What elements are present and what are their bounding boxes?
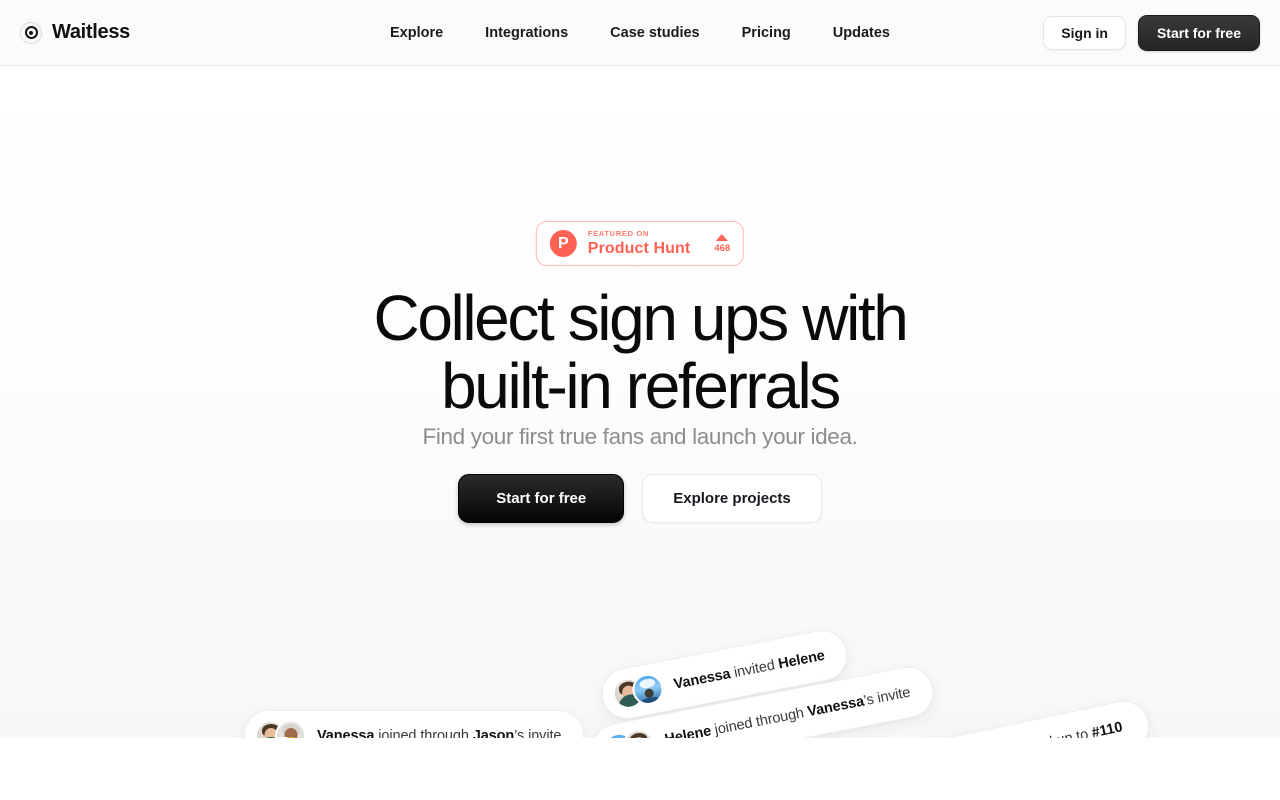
primary-navigation: Explore Integrations Case studies Pricin… xyxy=(390,25,890,41)
brand-logo[interactable]: Waitless xyxy=(20,21,130,44)
product-hunt-text: FEATURED ON Product Hunt xyxy=(588,230,691,257)
nav-item-case-studies[interactable]: Case studies xyxy=(610,25,699,41)
header-actions: Sign in Start for free xyxy=(1043,14,1260,51)
avatar-group: +1 xyxy=(255,720,306,738)
upvote-triangle-icon xyxy=(716,233,729,241)
toast-message: Vanessa joined through Jason’s invite xyxy=(317,727,562,739)
bullseye-icon xyxy=(20,21,42,44)
avatar: +1 xyxy=(274,720,306,738)
avatar-group: +1 xyxy=(601,726,657,738)
featured-on-label: FEATURED ON xyxy=(587,229,650,239)
brand-name: Waitless xyxy=(52,21,131,43)
start-for-free-button-header[interactable]: Start for free xyxy=(1137,14,1260,51)
plus-one-badge: +1 xyxy=(274,737,290,738)
hero-title-line-2: built-in referrals xyxy=(441,350,841,422)
hero-section: P FEATURED ON Product Hunt 468 Collect s… xyxy=(0,66,1280,738)
hero-title-line-1: Collect sign ups with xyxy=(373,282,909,354)
toast-message: Vanessa invited Helene xyxy=(672,647,827,693)
start-for-free-button-hero[interactable]: Start for free xyxy=(458,474,625,523)
hero-subtitle: Find your first true fans and launch you… xyxy=(422,424,858,449)
product-hunt-badge[interactable]: P FEATURED ON Product Hunt 468 xyxy=(535,221,745,266)
activity-toast: Jason climbed up to #110 xyxy=(903,696,1154,738)
nav-item-integrations[interactable]: Integrations xyxy=(485,25,568,41)
avatar-group xyxy=(610,671,667,712)
product-hunt-votes: 468 xyxy=(714,233,731,254)
nav-item-pricing[interactable]: Pricing xyxy=(742,25,791,41)
product-hunt-name: Product Hunt xyxy=(587,239,691,257)
hero-cta-group: Start for free Explore projects xyxy=(0,474,1280,523)
avatar: +1 xyxy=(620,726,657,738)
toast-message: Jason climbed up to #110 xyxy=(1003,718,1124,738)
below-fold-section xyxy=(0,738,1280,800)
site-header: Waitless Explore Integrations Case studi… xyxy=(0,0,1280,66)
sign-in-button[interactable]: Sign in xyxy=(1043,15,1126,50)
upvote-count: 468 xyxy=(714,242,731,254)
explore-projects-button[interactable]: Explore projects xyxy=(642,474,822,523)
activity-toast: +1 Vanessa joined through Jason’s invite xyxy=(244,710,585,739)
hero-title: Collect sign ups with built-in referrals xyxy=(0,284,1280,420)
nav-item-updates[interactable]: Updates xyxy=(833,25,890,41)
nav-item-explore[interactable]: Explore xyxy=(390,25,443,41)
product-hunt-logo-icon: P xyxy=(549,230,577,257)
